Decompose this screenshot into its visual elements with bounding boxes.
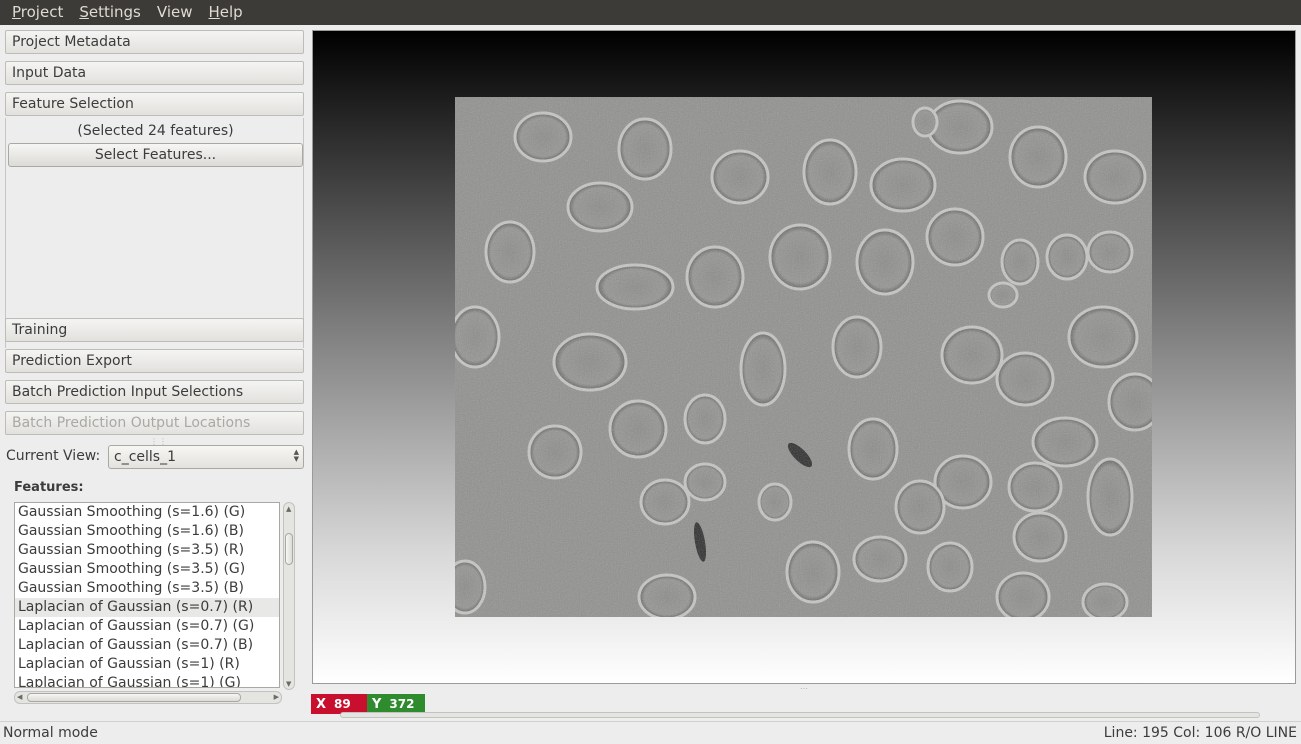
features-label: Features: [14, 480, 84, 495]
list-item[interactable]: Gaussian Smoothing (s=1.6) (G) [15, 503, 279, 522]
applet-batch-output: Batch Prediction Output Locations [5, 411, 304, 435]
list-item[interactable]: Gaussian Smoothing (s=1.6) (B) [15, 522, 279, 541]
x-value: 89 [334, 697, 351, 711]
scroll-left-icon[interactable]: ◀ [17, 693, 22, 701]
list-item[interactable]: Laplacian of Gaussian (s=1) (G) [15, 674, 279, 687]
applet-prediction-export[interactable]: Prediction Export [5, 349, 304, 373]
selected-features-count: (Selected 24 features) [77, 123, 234, 139]
scroll-down-icon[interactable]: ▼ [286, 680, 291, 688]
features-horizontal-scrollbar[interactable]: ◀ ▶ [14, 691, 282, 704]
microscopy-image[interactable] [455, 97, 1152, 617]
applet-project-metadata[interactable]: Project Metadata [5, 30, 304, 54]
y-value: 372 [389, 697, 415, 711]
status-mode: Normal mode [3, 725, 98, 741]
current-view-select[interactable]: c_cells_1 ▲ ▼ [108, 445, 304, 469]
y-coordinate-badge: Y 372 [367, 694, 425, 714]
feature-selection-body: (Selected 24 features) Select Features..… [5, 118, 304, 348]
menu-settings[interactable]: Settings [71, 0, 149, 25]
list-item[interactable]: Laplacian of Gaussian (s=0.7) (G) [15, 617, 279, 636]
cell-image-svg [455, 97, 1152, 617]
features-list[interactable]: Gaussian Smoothing (s=1.6) (G) Gaussian … [14, 502, 280, 688]
current-view-label: Current View: [6, 448, 101, 464]
menu-project[interactable]: Project [4, 0, 71, 25]
list-item[interactable]: Gaussian Smoothing (s=3.5) (G) [15, 560, 279, 579]
list-item[interactable]: Gaussian Smoothing (s=3.5) (B) [15, 579, 279, 598]
scroll-thumb[interactable] [27, 693, 241, 702]
applet-feature-selection[interactable]: Feature Selection [5, 92, 304, 116]
applet-input-data[interactable]: Input Data [5, 61, 304, 85]
list-item[interactable]: Laplacian of Gaussian (s=0.7) (B) [15, 636, 279, 655]
x-coordinate-badge: X 89 [311, 694, 367, 714]
applet-training[interactable]: Training [5, 318, 304, 342]
bottom-scrollbar[interactable] [340, 712, 1260, 718]
menu-view[interactable]: View [149, 0, 201, 25]
x-label: X [316, 697, 327, 712]
list-item-selected[interactable]: Laplacian of Gaussian (s=0.7) (R) [15, 598, 279, 617]
image-viewer[interactable] [312, 30, 1296, 684]
current-view-value: c_cells_1 [114, 449, 176, 465]
list-item[interactable]: Gaussian Smoothing (s=3.5) (R) [15, 541, 279, 560]
status-bar: Normal mode Line: 195 Col: 106 R/O LINE [0, 721, 1301, 744]
scroll-up-icon[interactable]: ▲ [286, 505, 291, 513]
status-position: Line: 195 Col: 106 R/O LINE [1103, 725, 1297, 741]
list-item[interactable]: Laplacian of Gaussian (s=1) (R) [15, 655, 279, 674]
spin-arrows-icon: ▲ ▼ [293, 448, 299, 463]
menu-help[interactable]: Help [201, 0, 251, 25]
menu-bar: Project Settings View Help [0, 0, 1301, 25]
scroll-thumb[interactable] [285, 533, 293, 565]
y-label: Y [372, 697, 382, 712]
applet-panel: Project Metadata Input Data Feature Sele… [5, 30, 305, 436]
scroll-right-icon[interactable]: ▶ [274, 693, 279, 701]
applet-batch-input[interactable]: Batch Prediction Input Selections [5, 380, 304, 404]
select-features-button[interactable]: Select Features... [8, 143, 303, 167]
features-vertical-scrollbar[interactable]: ▲ ▼ [283, 502, 295, 690]
viewer-splitter-handle[interactable]: ⋯ [800, 684, 808, 693]
